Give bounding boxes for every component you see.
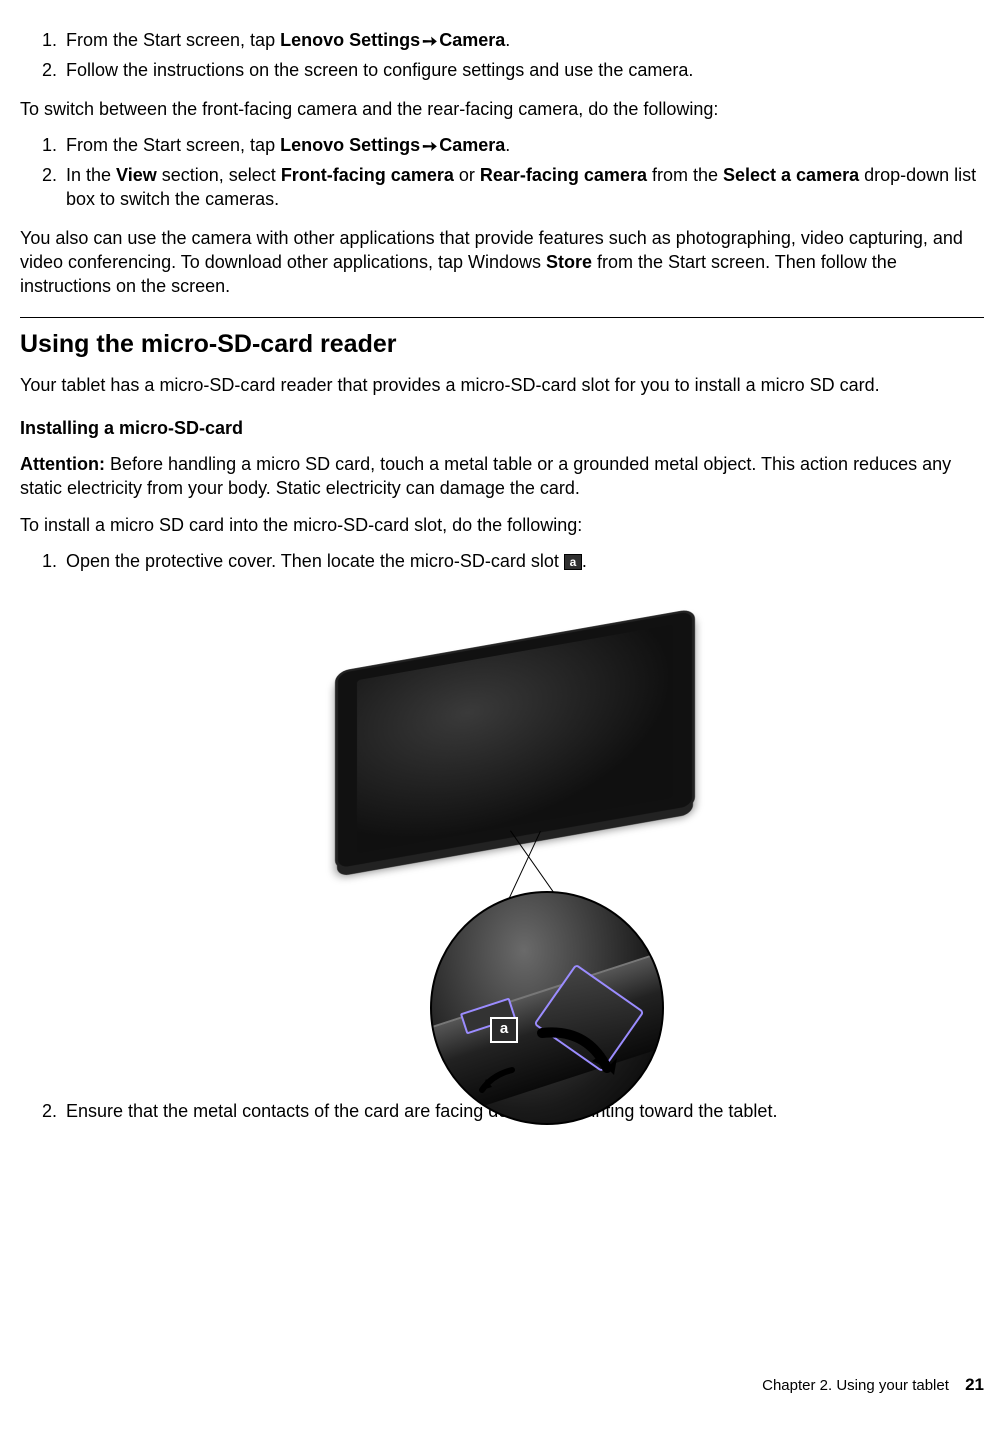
text: .: [505, 30, 510, 50]
text: From the Start screen, tap: [66, 135, 280, 155]
text: from the: [647, 165, 723, 185]
bold-text: Rear-facing camera: [480, 165, 647, 185]
page-number: 21: [965, 1375, 984, 1394]
bold-text: Store: [546, 252, 592, 272]
magnifier-detail: a: [430, 891, 664, 1125]
list-item: Open the protective cover. Then locate t…: [62, 549, 984, 1081]
arrow-icon: ➙: [422, 134, 437, 158]
text: or: [454, 165, 480, 185]
callout-label-a: a: [490, 1017, 518, 1043]
sub-heading: Installing a micro-SD-card: [20, 416, 984, 440]
figure-tablet-sd-slot: a: [315, 591, 735, 1081]
text: From the Start screen, tap: [66, 30, 280, 50]
text: .: [582, 551, 587, 571]
text: Before handling a micro SD card, touch a…: [20, 454, 951, 498]
bold-text: Lenovo Settings: [280, 30, 420, 50]
list-item: From the Start screen, tap Lenovo Settin…: [62, 28, 984, 53]
open-arrow-icon: [532, 1023, 622, 1093]
bold-text: Select a camera: [723, 165, 859, 185]
list-item: In the View section, select Front-facing…: [62, 163, 984, 212]
text: .: [505, 135, 510, 155]
bold-text: Lenovo Settings: [280, 135, 420, 155]
section-heading: Using the micro-SD-card reader: [20, 328, 984, 362]
page-footer: Chapter 2. Using your tablet 21: [20, 1374, 984, 1397]
text: section, select: [157, 165, 281, 185]
paragraph: Your tablet has a micro-SD-card reader t…: [20, 373, 984, 397]
bold-text: View: [116, 165, 157, 185]
bold-text: Front-facing camera: [281, 165, 454, 185]
attention-paragraph: Attention: Before handling a micro SD ca…: [20, 452, 984, 501]
callout-label-a: a: [564, 554, 582, 570]
bold-text: Camera: [439, 30, 505, 50]
ordered-list-2: From the Start screen, tap Lenovo Settin…: [20, 133, 984, 212]
direction-arrow-icon: [472, 1065, 522, 1100]
arrow-icon: ➙: [422, 29, 437, 53]
attention-label: Attention:: [20, 454, 105, 474]
paragraph: To install a micro SD card into the micr…: [20, 513, 984, 537]
ordered-list-1: From the Start screen, tap Lenovo Settin…: [20, 28, 984, 83]
text: In the: [66, 165, 116, 185]
section-divider: [20, 317, 984, 318]
bold-text: Camera: [439, 135, 505, 155]
chapter-title: Chapter 2. Using your tablet: [762, 1377, 949, 1394]
list-item: From the Start screen, tap Lenovo Settin…: [62, 133, 984, 158]
text: Open the protective cover. Then locate t…: [66, 551, 564, 571]
list-item: Follow the instructions on the screen to…: [62, 58, 984, 82]
paragraph: To switch between the front-facing camer…: [20, 97, 984, 121]
ordered-list-3: Open the protective cover. Then locate t…: [20, 549, 984, 1124]
paragraph: You also can use the camera with other a…: [20, 226, 984, 299]
